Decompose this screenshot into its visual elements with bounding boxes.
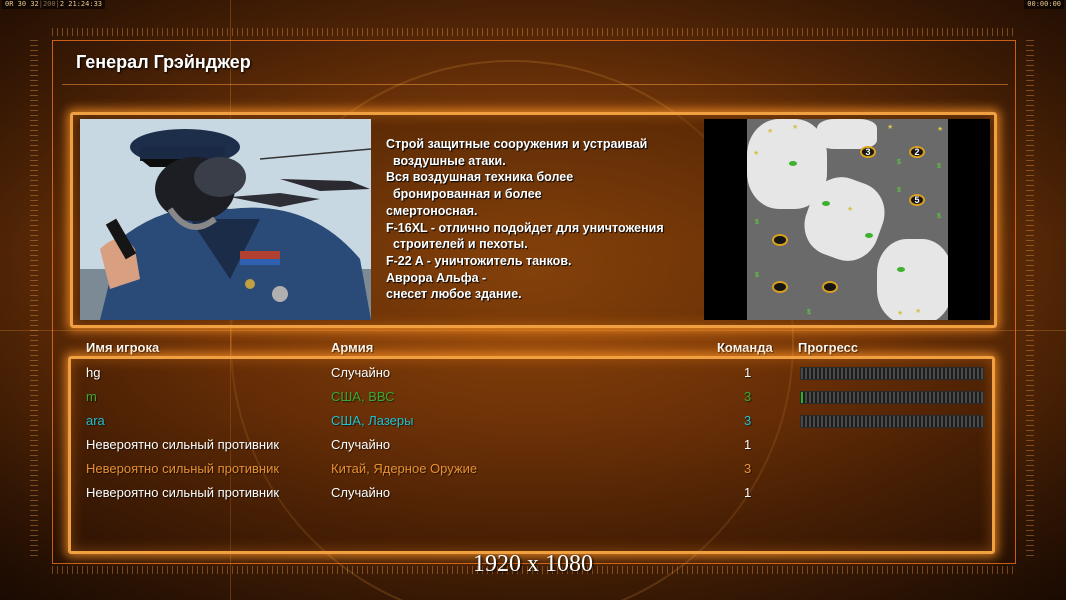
- resolution-caption: 1920 x 1080: [473, 551, 593, 577]
- description-line: строителей и пехоты.: [386, 237, 528, 252]
- description-line: F-16XL - отлично подойдет для уничтожени…: [386, 220, 664, 235]
- player-row: Невероятно сильный противник Случайно 1: [0, 435, 1066, 455]
- clock-left: 21:24:33: [68, 0, 102, 8]
- player-army: Случайно: [331, 485, 391, 500]
- ruler-left: [30, 40, 38, 560]
- player-team: 3: [744, 413, 752, 428]
- progress-bar: [800, 391, 984, 404]
- description-line: воздушные атаки.: [386, 153, 506, 168]
- status-field: 200: [42, 0, 56, 8]
- title-divider: [62, 84, 1008, 85]
- player-name: hg: [86, 365, 101, 380]
- player-team: 3: [744, 461, 752, 476]
- column-header-progress: Прогресс: [798, 340, 859, 355]
- description-line: Вся воздушная техника более: [386, 170, 574, 185]
- status-field: 30: [17, 0, 27, 8]
- column-header-team: Команда: [717, 340, 773, 355]
- description-line: F-22 A - уничтожитель танков.: [386, 253, 572, 268]
- start-position-marker: [772, 281, 788, 293]
- progress-bar: [800, 367, 984, 380]
- player-name: Невероятно сильный противник: [86, 461, 280, 476]
- start-position-marker: 2: [909, 146, 925, 158]
- status-field: 32: [30, 0, 39, 8]
- loading-screen: 0R 30 32|200|2 21:24:33 00:00:00 Генерал…: [0, 0, 1066, 600]
- player-team: 3: [744, 389, 752, 404]
- column-header-player: Имя игрока: [86, 340, 160, 355]
- general-title: Генерал Грэйнджер: [76, 52, 251, 72]
- player-army: США, ВВС: [331, 389, 395, 404]
- description-line: бронированная и более: [386, 187, 542, 202]
- player-row: Невероятно сильный противник Случайно 1: [0, 483, 1066, 503]
- player-team: 1: [744, 365, 752, 380]
- player-army: Случайно: [331, 437, 391, 452]
- player-row: m США, ВВС 3: [0, 387, 1066, 407]
- player-army: Случайно: [331, 365, 391, 380]
- player-army: США, Лазеры: [331, 413, 414, 428]
- start-position-marker: [822, 281, 838, 293]
- player-army: Китай, Ядерное Оружие: [331, 461, 478, 476]
- player-name: Невероятно сильный противник: [86, 485, 280, 500]
- map-terrain: $ $ $ $ $ $ $ ★ ★ ★ ★ ★ ★ ★ ★ 3 2 5: [747, 119, 948, 320]
- status-field: 2: [59, 0, 65, 8]
- progress-bar-fill: [801, 392, 803, 403]
- clock-right: 00:00:00: [1027, 0, 1061, 8]
- player-row: ara США, Лазеры 3: [0, 411, 1066, 431]
- status-bar-left: 0R 30 32|200|2 21:24:33: [2, 0, 105, 9]
- general-portrait-image: [80, 119, 371, 320]
- map-preview: $ $ $ $ $ $ $ ★ ★ ★ ★ ★ ★ ★ ★ 3 2 5: [704, 119, 990, 320]
- description-line: снесет любое здание.: [386, 287, 522, 302]
- player-team: 1: [744, 437, 752, 452]
- status-field: 0R: [5, 0, 14, 8]
- ruler-right: [1026, 40, 1034, 560]
- general-description: Строй защитные сооружения и устраивай во…: [386, 136, 696, 303]
- start-position-marker: 3: [860, 146, 876, 158]
- column-header-army: Армия: [331, 340, 374, 355]
- player-team: 1: [744, 485, 752, 500]
- status-bar-right: 00:00:00: [1024, 0, 1064, 9]
- start-position-marker: [772, 234, 788, 246]
- description-line: смертоносная.: [386, 203, 478, 218]
- description-line: Аврора Альфа -: [386, 270, 487, 285]
- player-name: ara: [86, 413, 105, 428]
- description-line: Строй защитные сооружения и устраивай: [386, 137, 648, 151]
- progress-bar: [800, 415, 984, 428]
- general-portrait: [80, 119, 371, 320]
- player-row: hg Случайно 1: [0, 363, 1066, 383]
- player-row: Невероятно сильный противник Китай, Ядерн…: [0, 459, 1066, 479]
- players-panel: [68, 356, 995, 554]
- start-position-marker: 5: [909, 194, 925, 206]
- player-name: m: [86, 389, 97, 404]
- ruler-top: [52, 28, 1014, 36]
- player-name: Невероятно сильный противник: [86, 437, 280, 452]
